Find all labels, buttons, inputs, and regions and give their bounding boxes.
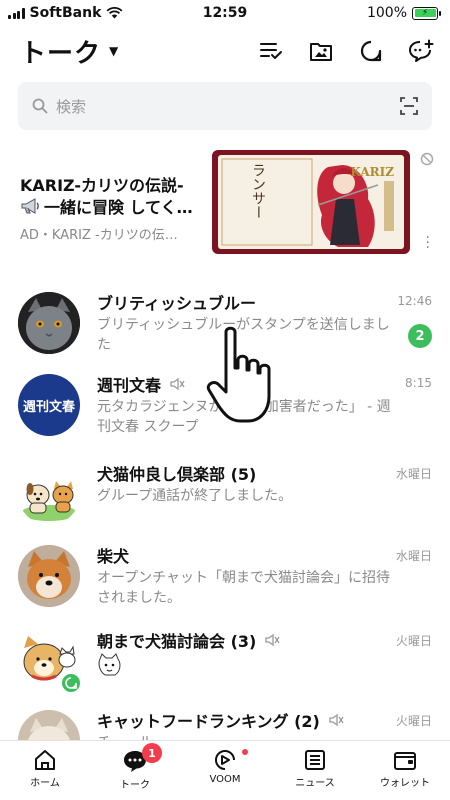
tab-voom[interactable]: VOOM xyxy=(180,741,270,800)
chat-name: ブリティッシュブルー xyxy=(97,294,257,313)
tab-wallet[interactable]: ウォレット xyxy=(360,741,450,800)
ad-image[interactable]: KARIZ ランサー xyxy=(212,150,410,254)
tab-label: VOOM xyxy=(209,774,241,785)
avatar[interactable] xyxy=(18,545,80,607)
avatar[interactable] xyxy=(18,292,80,354)
news-icon xyxy=(305,750,325,770)
tab-bar: ホーム トーク 1 VOOM ニュース ウォレット xyxy=(0,740,450,800)
chat-name: キャットフードランキング (2) xyxy=(97,708,344,732)
open-chat-badge-icon xyxy=(60,672,82,694)
avatar[interactable] xyxy=(18,463,80,525)
chat-name: 犬猫仲良し倶楽部 (5) xyxy=(97,465,257,484)
page-title[interactable]: トーク xyxy=(20,33,101,70)
muted-icon xyxy=(329,713,344,727)
tab-label: ホーム xyxy=(30,778,60,789)
chevron-down-icon[interactable]: ▼ xyxy=(109,44,118,58)
avatar-text: 週刊文春 xyxy=(22,399,75,415)
tab-label: ウォレット xyxy=(380,778,430,789)
unread-badge: 2 xyxy=(408,324,432,348)
ad-brand: KARIZ xyxy=(350,165,394,179)
open-chat-icon[interactable] xyxy=(358,38,384,64)
chat-time: 8:15 xyxy=(405,376,432,390)
qr-scan-icon[interactable] xyxy=(400,97,418,115)
tab-talk[interactable]: トーク 1 xyxy=(90,741,180,800)
muted-icon xyxy=(265,633,280,647)
chat-time: 水曜日 xyxy=(395,467,432,481)
chat-last-message: グループ通話が終了しました。 xyxy=(97,488,293,504)
notification-dot xyxy=(242,749,248,755)
ad-subtitle: 一緒に冒険 してく… xyxy=(20,194,193,218)
notification-badge: 1 xyxy=(142,743,162,763)
chat-time: 12:46 xyxy=(397,294,432,308)
avatar[interactable] xyxy=(18,630,82,694)
chat-time: 火曜日 xyxy=(395,714,432,728)
photo-folder-icon[interactable] xyxy=(308,38,334,64)
search-bar[interactable]: 検索 xyxy=(18,82,432,130)
signal-icon xyxy=(8,7,25,19)
chat-item-shiba-inu[interactable]: 柴犬 オープンチャット「朝まで犬猫討論会」に招待されました。 水曜日 xyxy=(0,535,450,621)
wallet-icon xyxy=(394,752,416,770)
tab-label: ニュース xyxy=(295,778,335,789)
chat-time: 火曜日 xyxy=(395,634,432,648)
hide-ad-icon[interactable] xyxy=(420,152,434,166)
sort-check-icon[interactable] xyxy=(258,38,284,64)
ad-title: KARIZ-カリツの伝説- xyxy=(20,176,184,195)
battery-icon: ⚡ xyxy=(412,6,441,20)
battery-percent: 100% xyxy=(366,5,407,21)
carrier-label: SoftBank xyxy=(29,5,102,21)
hand-pointer-icon xyxy=(206,326,271,423)
ad-banner[interactable]: KARIZ-カリツの伝説- 一緒に冒険 してく… AD・KARIZ -カリツの伝… xyxy=(0,146,450,262)
voom-icon xyxy=(215,750,235,770)
more-options-icon[interactable]: · · · xyxy=(426,231,430,255)
tab-label: トーク xyxy=(120,780,150,791)
ad-character-name: ランサー xyxy=(250,163,266,219)
chat-name: 週刊文春 xyxy=(97,372,185,396)
tab-home[interactable]: ホーム xyxy=(0,741,90,800)
chat-item-inuneko-club[interactable]: 犬猫仲良し倶楽部 (5) グループ通話が終了しました。 水曜日 xyxy=(0,453,450,539)
sticker-icon xyxy=(98,653,121,676)
search-input[interactable]: 検索 xyxy=(56,96,86,117)
tab-news[interactable]: ニュース xyxy=(270,741,360,800)
new-chat-icon[interactable] xyxy=(408,38,434,64)
header: トーク ▼ xyxy=(0,28,450,74)
chat-item-asamade-touronkai[interactable]: 朝まで犬猫討論会 (3) 火曜日 xyxy=(0,620,450,706)
chat-time: 水曜日 xyxy=(395,549,432,563)
chat-name: 柴犬 xyxy=(97,547,130,566)
ad-subtitle-text: 一緒に冒険 してく… xyxy=(44,198,193,217)
avatar[interactable]: 週刊文春 xyxy=(18,374,80,436)
chat-name: 朝まで犬猫討論会 (3) xyxy=(97,628,280,652)
ad-meta: AD・KARIZ -カリツの伝… xyxy=(20,228,178,243)
megaphone-icon xyxy=(21,198,39,214)
home-icon xyxy=(35,750,55,770)
wifi-icon xyxy=(106,7,123,19)
status-bar: SoftBank 12:59 100% ⚡ xyxy=(0,0,450,26)
search-icon xyxy=(32,98,48,114)
chat-last-message xyxy=(97,653,393,683)
muted-icon xyxy=(170,377,185,391)
chat-last-message: オープンチャット「朝まで犬猫討論会」に招待されました。 xyxy=(97,570,391,606)
